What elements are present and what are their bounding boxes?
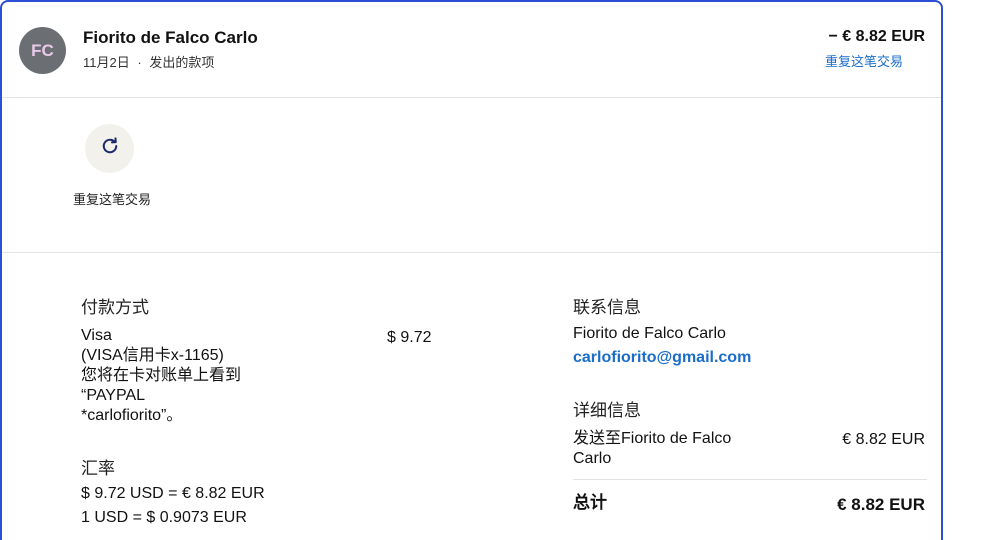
contact-info-title: 联系信息 (573, 298, 641, 317)
sent-to-text: 发送至Fiorito de Falco Carlo (573, 429, 793, 469)
subtitle-separator: · (137, 55, 142, 70)
total-label: 总计 (573, 493, 607, 512)
exchange-rate-title: 汇率 (81, 459, 115, 478)
payment-method-details: Visa (VISA信用卡x-1165) 您将在卡对账单上看到 “PAYPAL … (81, 326, 281, 426)
transaction-date: 11月2日 (83, 55, 130, 70)
transaction-amount: − € 8.82 EUR (828, 28, 926, 45)
payment-card-info: (VISA信用卡x-1165) (81, 347, 224, 364)
avatar: FC (19, 27, 66, 74)
transaction-card: FC Fiorito de Falco Carlo 11月2日 · 发出的款项 … (0, 0, 943, 540)
transaction-subtitle: 11月2日 · 发出的款项 (83, 52, 214, 71)
sent-to-line-2: Carlo (573, 450, 612, 467)
exchange-rate-line-1: $ 9.72 USD = € 8.82 EUR (81, 485, 265, 502)
statement-note-line-1: 您将在卡对账单上看到 (81, 367, 242, 384)
payment-method-name: Visa (81, 327, 112, 344)
payment-method-title: 付款方式 (81, 298, 149, 317)
exchange-rate-line-2: 1 USD = $ 0.9073 EUR (81, 509, 247, 526)
actions-section: 重复这笔交易 (2, 98, 941, 253)
statement-note-line-2: “PAYPAL (81, 387, 146, 404)
transaction-header: FC Fiorito de Falco Carlo 11月2日 · 发出的款项 … (2, 2, 941, 98)
statement-note-line-3: *carlofiorito”。 (81, 407, 183, 424)
repeat-transaction-link[interactable]: 重复这笔交易 (825, 51, 903, 70)
counterparty-name: Fiorito de Falco Carlo (83, 28, 258, 47)
contact-name: Fiorito de Falco Carlo (573, 325, 726, 342)
transaction-type: 发出的款项 (149, 55, 215, 70)
repeat-transaction-button[interactable] (85, 124, 134, 173)
payment-amount: $ 9.72 (387, 329, 432, 346)
contact-email-link[interactable]: carlofiorito@gmail.com (573, 348, 751, 368)
sent-amount: € 8.82 EUR (842, 431, 925, 448)
sent-to-line-1: 发送至Fiorito de Falco (573, 430, 732, 447)
repeat-transaction-label[interactable]: 重复这笔交易 (72, 190, 152, 209)
details-title: 详细信息 (573, 401, 641, 420)
total-divider (573, 479, 927, 480)
total-amount: € 8.82 EUR (837, 495, 925, 514)
refresh-icon (100, 136, 120, 161)
